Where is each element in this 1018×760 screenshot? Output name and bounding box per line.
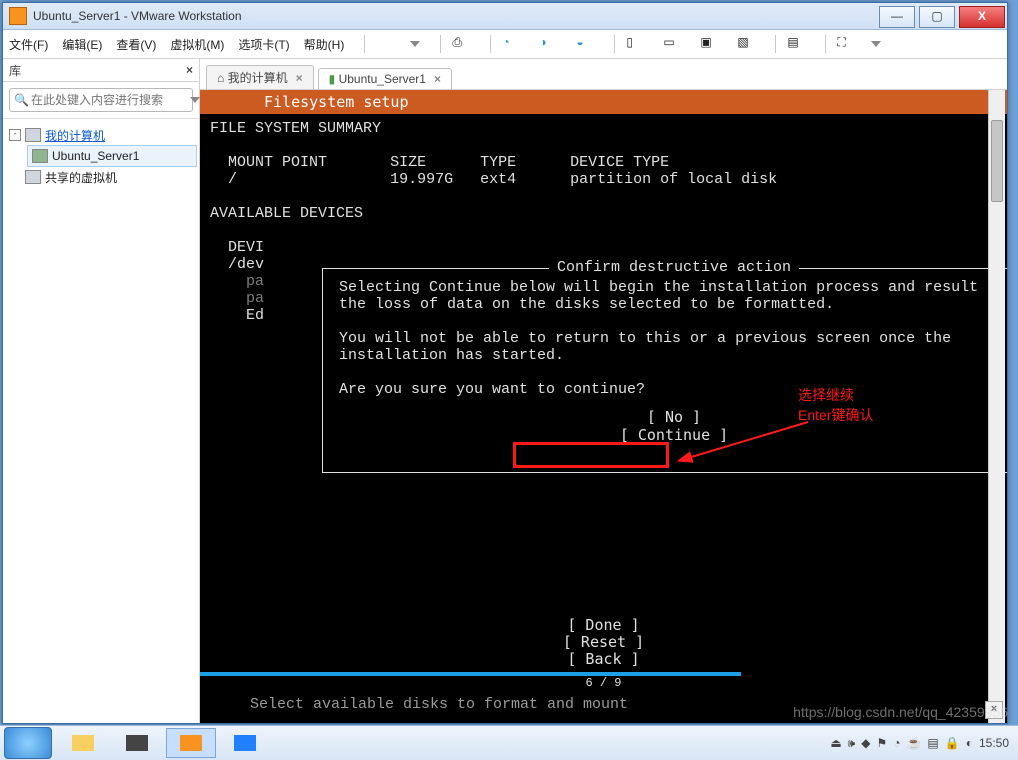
done-button[interactable]: [ Done ] <box>200 617 1007 634</box>
tray-icon[interactable]: 🔒 <box>945 736 960 750</box>
shared-icon <box>25 170 41 184</box>
separator <box>440 35 441 53</box>
send-icon[interactable]: ⎙ <box>452 35 470 53</box>
tray-icon[interactable]: ▤ <box>927 736 938 750</box>
separator <box>364 35 365 53</box>
taskbar-vmware[interactable] <box>166 728 216 758</box>
dropdown-icon[interactable] <box>410 41 420 47</box>
close-button[interactable]: X <box>959 6 1005 28</box>
dialog-line1: Selecting Continue below will begin the … <box>339 279 1007 313</box>
view-mode1-icon[interactable]: ▯ <box>626 35 644 53</box>
tray-icon[interactable]: ⏏ <box>830 736 841 750</box>
collapse-icon[interactable]: - <box>9 129 21 141</box>
sidebar-close-icon[interactable]: × <box>186 63 193 77</box>
reset-button[interactable]: [ Reset ] <box>200 634 1007 651</box>
progress-text: 6 / 9 <box>200 676 1007 690</box>
tree-shared[interactable]: 共享的虚拟机 <box>5 167 197 187</box>
tree-root-label[interactable]: 我的计算机 <box>45 127 105 144</box>
tray-icon[interactable]: ◆ <box>861 736 870 750</box>
tree-shared-label: 共享的虚拟机 <box>45 169 117 186</box>
separator <box>775 35 776 53</box>
taskbar[interactable]: ⏏ 🕪 ◆ ⚑ ◔ ☕ ▤ 🔒 ◐ 15:50 <box>0 725 1018 760</box>
separator <box>614 35 615 53</box>
tab-vm[interactable]: ▮ Ubuntu_Server1 × <box>318 68 452 89</box>
menu-help[interactable]: 帮助(H) <box>304 36 345 53</box>
window-title: Ubuntu_Server1 - VMware Workstation <box>33 9 242 23</box>
scrollbar-thumb[interactable] <box>991 120 1003 202</box>
vm-icon: ▮ <box>329 72 336 86</box>
vm-console[interactable]: Filesystem setup FILE SYSTEM SUMMARY MOU… <box>200 90 1007 723</box>
tab-home[interactable]: ⌂ 我的计算机 × <box>206 65 314 89</box>
tab-strip: ⌂ 我的计算机 × ▮ Ubuntu_Server1 × <box>200 63 1007 90</box>
taskbar-cmd[interactable] <box>112 728 162 758</box>
dialog-line3: Are you sure you want to continue? <box>339 381 645 398</box>
tab-close-icon[interactable]: × <box>296 71 303 85</box>
dialog-title: Confirm destructive action <box>549 259 799 276</box>
toolbar: ⎙ ◔ ◑ ◒ ▯ ▭ ▣ ▧ ▤ ⛶ <box>371 35 895 53</box>
tab-close-icon[interactable]: × <box>434 72 441 86</box>
console-icon[interactable]: ▤ <box>787 35 805 53</box>
watermark: https://blog.csdn.net/qq_42359956 <box>793 704 1008 720</box>
menu-tabs[interactable]: 选项卡(T) <box>238 36 289 53</box>
sidebar: 库 × 🔍 - 我的计算机 Ubunt <box>3 59 200 723</box>
annotation-arrow <box>678 422 818 462</box>
dropdown-icon[interactable] <box>190 97 200 103</box>
tray-icon[interactable]: ⚑ <box>876 736 887 750</box>
tree-vm-label: Ubuntu_Server1 <box>52 149 139 163</box>
library-tree: - 我的计算机 Ubuntu_Server1 共享的虚拟机 <box>3 119 199 193</box>
taskbar-explorer[interactable] <box>58 728 108 758</box>
vm-icon <box>32 149 48 163</box>
main-area: ⌂ 我的计算机 × ▮ Ubuntu_Server1 × Filesystem … <box>200 59 1007 723</box>
view-mode4-icon[interactable]: ▧ <box>737 35 755 53</box>
confirm-dialog: Confirm destructive action Selecting Con… <box>322 268 1007 473</box>
back-button[interactable]: [ Back ] <box>200 651 1007 668</box>
separator <box>490 35 491 53</box>
view-mode2-icon[interactable]: ▭ <box>663 35 681 53</box>
search-input[interactable] <box>29 92 188 108</box>
app-window: Ubuntu_Server1 - VMware Workstation — ▢ … <box>2 2 1008 724</box>
tray-icon[interactable]: ◔ <box>893 736 900 750</box>
start-button[interactable] <box>4 727 52 759</box>
sidebar-title: 库 <box>9 62 21 79</box>
tray-icon[interactable]: 🕪 <box>848 736 856 751</box>
menubar: 文件(F) 编辑(E) 查看(V) 虚拟机(M) 选项卡(T) 帮助(H) ⎙ … <box>3 30 1007 59</box>
tree-root[interactable]: - 我的计算机 <box>5 125 197 145</box>
dialog-line2: You will not be able to return to this o… <box>339 330 960 364</box>
snapshot-icon[interactable]: ◔ <box>502 35 520 53</box>
taskbar-app[interactable] <box>220 728 270 758</box>
pause-icon[interactable] <box>376 35 394 53</box>
manage-icon[interactable]: ◒ <box>576 35 594 53</box>
annotation-text: 选择继续 Enter键确认 <box>798 385 873 425</box>
menu-vm[interactable]: 虚拟机(M) <box>170 36 224 53</box>
fullscreen-icon[interactable]: ⛶ <box>837 35 855 53</box>
scrollbar[interactable] <box>988 90 1005 723</box>
home-icon: ⌂ <box>217 71 224 85</box>
tray-icon[interactable]: ◐ <box>966 736 973 750</box>
installer-header: Filesystem setup <box>200 90 1007 114</box>
menu-edit[interactable]: 编辑(E) <box>62 36 102 53</box>
search-box[interactable]: 🔍 <box>9 88 193 112</box>
menu-view[interactable]: 查看(V) <box>116 36 156 53</box>
separator <box>825 35 826 53</box>
view-mode3-icon[interactable]: ▣ <box>700 35 718 53</box>
revert-icon[interactable]: ◑ <box>539 35 557 53</box>
tray-icon[interactable]: ☕ <box>906 736 921 750</box>
tree-item-vm[interactable]: Ubuntu_Server1 <box>27 145 197 167</box>
menu-file[interactable]: 文件(F) <box>9 36 48 53</box>
tab-vm-label: Ubuntu_Server1 <box>339 72 426 86</box>
maximize-button[interactable]: ▢ <box>919 6 955 28</box>
dropdown-icon[interactable] <box>871 41 881 47</box>
minimize-button[interactable]: — <box>879 6 915 28</box>
app-icon <box>9 7 27 25</box>
search-icon: 🔍 <box>14 93 29 107</box>
system-tray[interactable]: ⏏ 🕪 ◆ ⚑ ◔ ☕ ▤ 🔒 ◐ 15:50 <box>827 736 1018 751</box>
tray-time[interactable]: 15:50 <box>979 736 1009 750</box>
titlebar[interactable]: Ubuntu_Server1 - VMware Workstation — ▢ … <box>3 3 1007 30</box>
computer-icon <box>25 128 41 142</box>
tab-home-label: 我的计算机 <box>228 69 288 86</box>
